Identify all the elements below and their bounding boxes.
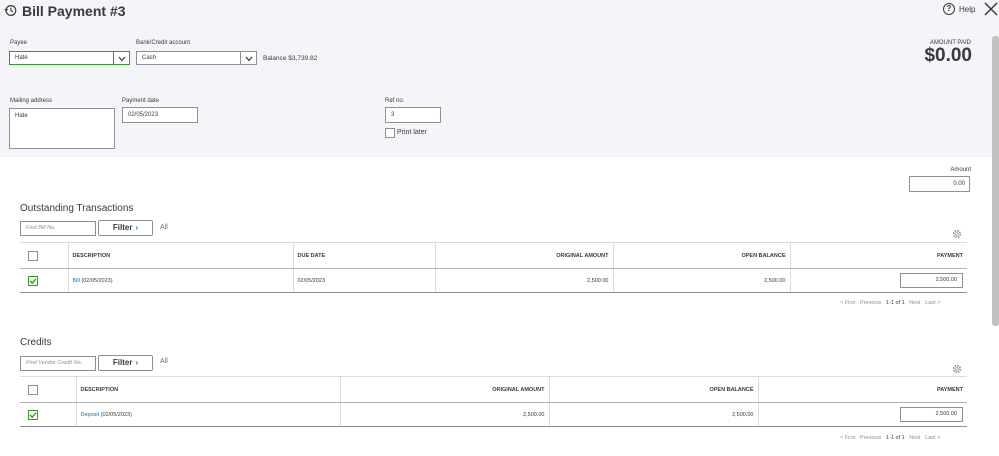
select-all-cell xyxy=(20,242,68,269)
outstanding-transactions-title: Outstanding Transactions xyxy=(20,203,134,214)
table-row: Deposit (02/05/2023) 2,500.00 2,500.00 2… xyxy=(20,402,967,427)
select-all-checkbox[interactable] xyxy=(28,384,38,395)
ref-no-field[interactable]: 3 xyxy=(385,107,441,123)
chevron-down-icon xyxy=(118,56,126,62)
row-select-cell xyxy=(20,268,68,293)
amount-label: Amount xyxy=(950,167,971,173)
form-header xyxy=(0,0,999,157)
bill-link[interactable]: Bill xyxy=(73,278,80,284)
find-bill-placeholder: Find Bill No. xyxy=(26,225,56,231)
close-icon[interactable] xyxy=(984,2,998,16)
table-header-row: DESCRIPTION DUE DATE ORIGINAL AMOUNT OPE… xyxy=(20,242,967,269)
column-header: DESCRIPTION xyxy=(67,242,293,269)
column-header: ORIGINAL AMOUNT xyxy=(339,376,549,403)
outstanding-all-label: All xyxy=(160,224,168,231)
find-bill-search-input[interactable]: Find Bill No. xyxy=(20,221,96,236)
select-all-checkbox[interactable] xyxy=(28,250,38,261)
chevron-right-icon: › xyxy=(135,223,139,232)
description-cell: Bill (02/05/2023) xyxy=(67,268,293,293)
gear-icon[interactable] xyxy=(952,364,962,374)
credits-title: Credits xyxy=(20,337,52,348)
page-title: Bill Payment #3 xyxy=(22,3,126,19)
bank-account-select[interactable]: Cash xyxy=(136,51,257,65)
payee-dropdown-button[interactable] xyxy=(113,52,129,64)
pager-previous[interactable]: Previous xyxy=(860,435,881,441)
outstanding-pagination: < First Previous 1-1 of 1 Next Last > xyxy=(840,300,940,306)
description-date: (02/05/2023) xyxy=(99,411,132,418)
checked-checkbox-icon[interactable] xyxy=(28,409,38,420)
payment-date-label: Payment date xyxy=(122,98,160,104)
amount-value: 0.00 xyxy=(953,181,965,187)
bank-account-label: Bank/Credit account xyxy=(136,40,191,46)
column-header: DUE DATE xyxy=(292,242,435,269)
bank-account-value: Cash xyxy=(142,55,157,61)
column-header: PAYMENT xyxy=(789,242,967,269)
payee-value: Hate xyxy=(15,55,28,61)
table-header-row: DESCRIPTION ORIGINAL AMOUNT OPEN BALANCE… xyxy=(20,376,967,403)
gear-icon[interactable] xyxy=(952,229,962,239)
mailing-address-label: Mailing address xyxy=(10,98,53,104)
deposit-link[interactable]: Deposit xyxy=(81,412,100,418)
mailing-address-value: Hate xyxy=(15,113,28,119)
select-all-cell xyxy=(20,376,76,403)
ref-no-value: 3 xyxy=(391,112,395,118)
find-vendor-credit-search-input[interactable]: Find Vendor Credit No. xyxy=(20,356,96,371)
amount-field[interactable]: 0.00 xyxy=(909,176,970,192)
credits-filter-button[interactable]: Filter › xyxy=(98,355,153,371)
outstanding-filter-button[interactable]: Filter › xyxy=(98,220,153,236)
payee-label: Payee xyxy=(10,40,28,46)
original-amount-cell: 2,500.00 xyxy=(434,268,613,293)
credits-all-label: All xyxy=(160,358,168,365)
pager-last[interactable]: Last > xyxy=(925,300,940,306)
table-row: Bill (02/05/2023) 02/05/2023 2,500.00 2,… xyxy=(20,268,967,293)
column-header: PAYMENT xyxy=(757,376,967,403)
open-balance-cell: 2,500.00 xyxy=(612,268,790,293)
filter-label: Filter xyxy=(112,223,133,232)
column-header: DESCRIPTION xyxy=(75,376,340,403)
bank-account-dropdown-button[interactable] xyxy=(240,52,256,64)
amount-paid-value: $0.00 xyxy=(924,45,972,66)
ref-no-label: Ref no. xyxy=(385,98,405,104)
pager-range: 1-1 of 1 xyxy=(886,300,905,306)
payee-select[interactable]: Hate xyxy=(9,51,130,65)
row-select-cell xyxy=(20,402,76,427)
chevron-right-icon: › xyxy=(135,358,139,367)
pager-last[interactable]: Last > xyxy=(925,435,940,441)
payment-input[interactable]: 2,500.00 xyxy=(900,273,963,288)
pager-range: 1-1 of 1 xyxy=(886,435,905,441)
column-header: ORIGINAL AMOUNT xyxy=(434,242,613,269)
column-header: OPEN BALANCE xyxy=(612,242,790,269)
help-icon[interactable]: ? xyxy=(943,3,955,15)
mailing-address-field[interactable]: Hate xyxy=(9,108,115,149)
outstanding-transactions-table: DESCRIPTION DUE DATE ORIGINAL AMOUNT OPE… xyxy=(20,242,967,293)
history-icon[interactable] xyxy=(4,4,17,17)
due-date-cell: 02/05/2023 xyxy=(292,268,435,293)
pager-previous[interactable]: Previous xyxy=(860,300,881,306)
description-cell: Deposit (02/05/2023) xyxy=(75,402,340,427)
payment-cell: 2,500.00 xyxy=(789,268,967,293)
payment-date-field[interactable]: 02/05/2023 xyxy=(122,107,198,123)
original-amount-cell: 2,500.00 xyxy=(339,402,549,427)
description-date: (02/05/2023) xyxy=(79,277,113,284)
pager-next[interactable]: Next xyxy=(909,300,920,306)
payment-cell: 2,500.00 xyxy=(757,402,967,427)
credits-pagination: < First Previous 1-1 of 1 Next Last > xyxy=(840,435,940,441)
filter-label: Filter xyxy=(112,358,133,367)
checked-checkbox-icon[interactable] xyxy=(28,275,38,286)
print-later-label: Print later xyxy=(397,129,427,136)
account-balance: Balance $3,739.82 xyxy=(263,55,318,62)
help-link[interactable]: Help xyxy=(959,5,975,14)
pager-first[interactable]: < First xyxy=(840,300,855,306)
credits-table: DESCRIPTION ORIGINAL AMOUNT OPEN BALANCE… xyxy=(20,376,967,427)
open-balance-cell: 2,500.00 xyxy=(548,402,758,427)
payment-input[interactable]: 2,500.00 xyxy=(900,407,963,422)
find-vendor-credit-placeholder: Find Vendor Credit No. xyxy=(26,360,83,366)
chevron-down-icon xyxy=(245,56,253,62)
column-header: OPEN BALANCE xyxy=(548,376,758,403)
print-later-checkbox[interactable] xyxy=(385,128,395,138)
pager-first[interactable]: < First xyxy=(840,435,855,441)
payment-date-value: 02/05/2023 xyxy=(128,112,159,118)
vertical-scrollbar[interactable] xyxy=(992,36,999,326)
pager-next[interactable]: Next xyxy=(909,435,920,441)
